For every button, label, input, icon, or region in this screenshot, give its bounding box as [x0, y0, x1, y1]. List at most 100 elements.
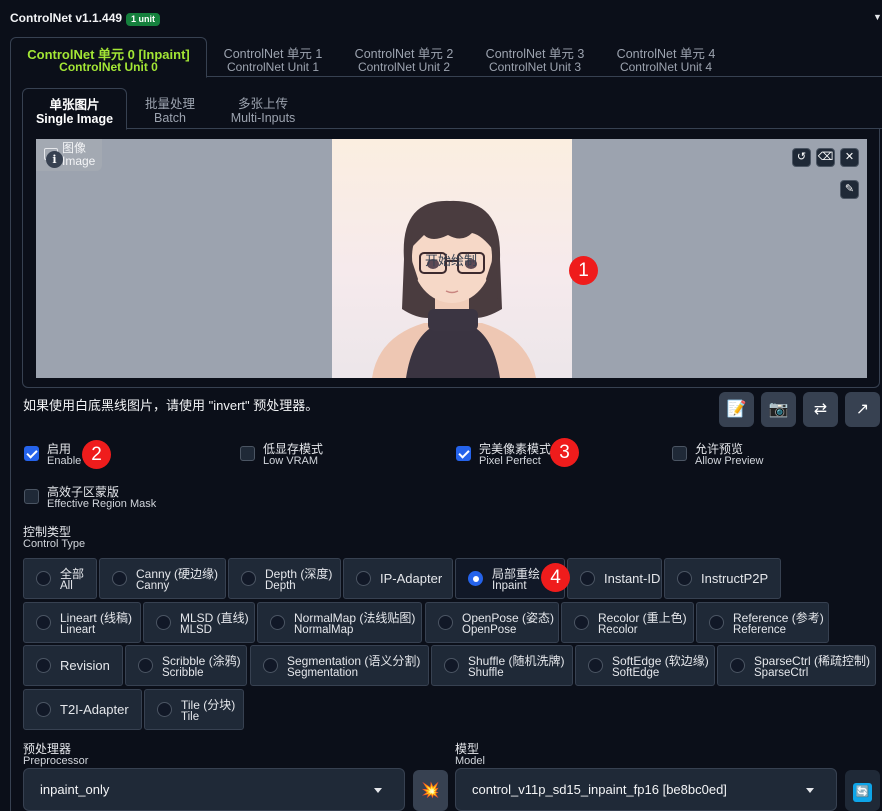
control-type-normalmap[interactable]: NormalMap (法线贴图) NormalMap [257, 602, 422, 643]
tab-unit-0[interactable]: ControlNet 单元 0 [Inpaint] ControlNet Uni… [10, 37, 207, 78]
radio-dot [36, 571, 51, 586]
radio-label: T2I-Adapter [60, 702, 129, 717]
control-type-revision[interactable]: Revision [23, 645, 123, 686]
tab-unit-0-sublabel: ControlNet Unit 0 [59, 60, 158, 74]
control-type-segmentation[interactable]: Segmentation (语义分割) Segmentation [250, 645, 429, 686]
tab-unit-1[interactable]: ControlNet 单元 1 ControlNet Unit 1 [208, 37, 338, 77]
radio-text: 局部重绘 Inpaint [492, 568, 540, 592]
radio-sublabel: OpenPose [462, 624, 517, 636]
control-type-all[interactable]: 全部 All [23, 558, 97, 599]
control-type-canny[interactable]: Canny (硬边缘) Canny [99, 558, 226, 599]
annotation-marker-1: 1 [569, 256, 598, 285]
low-vram-label-zh: 低显存模式 [263, 442, 324, 456]
pixel-perfect-label: 完美像素模式 Pixel Perfect [479, 443, 551, 467]
chevron-down-icon [374, 788, 382, 793]
radio-sublabel: Inpaint [492, 580, 527, 592]
tab-unit-2[interactable]: ControlNet 单元 2 ControlNet Unit 2 [339, 37, 469, 77]
control-type-shuffle[interactable]: Shuffle (随机洗牌) Shuffle [431, 645, 573, 686]
control-type-t2i-adapter[interactable]: T2I-Adapter [23, 689, 142, 730]
control-type-recolor[interactable]: Recolor (重上色) Recolor [561, 602, 694, 643]
unit-tabs: ControlNet 单元 0 [Inpaint] ControlNet Uni… [10, 37, 882, 78]
radio-label: NormalMap (法线贴图) [294, 611, 416, 625]
enable-label: 启用 Enable [47, 443, 81, 467]
radio-dot [709, 615, 724, 630]
radio-sublabel: Reference [733, 624, 787, 636]
control-type-depth[interactable]: Depth (深度) Depth [228, 558, 341, 599]
tab-batch[interactable]: 批量处理 Batch [128, 88, 212, 129]
control-type-instructp2p[interactable]: InstructP2P [664, 558, 781, 599]
annotation-marker-3: 3 [550, 438, 579, 467]
control-type-tile[interactable]: Tile (分块) Tile [144, 689, 244, 730]
radio-text: MLSD (直线) MLSD [180, 612, 249, 636]
effective-region-mask-checkbox[interactable] [24, 489, 39, 504]
run-preprocessor-icon[interactable]: 💥 [413, 770, 448, 811]
radio-dot [574, 615, 589, 630]
tab-multi-inputs[interactable]: 多张上传 Multi-Inputs [218, 88, 308, 129]
eraser-icon[interactable]: ⌫ [816, 148, 835, 167]
pixel-perfect-checkbox[interactable] [456, 446, 471, 461]
control-type-label-en: Control Type [23, 538, 86, 550]
enable-checkbox[interactable] [24, 446, 39, 461]
close-icon[interactable]: ✕ [840, 148, 859, 167]
radio-dot-selected [468, 571, 483, 586]
control-type-mlsd[interactable]: MLSD (直线) MLSD [143, 602, 255, 643]
model-select[interactable]: control_v11p_sd15_inpaint_fp16 [be8bc0ed… [455, 768, 837, 811]
camera-icon[interactable]: 📷 [761, 392, 796, 427]
control-type-radio-group: 全部 All Canny (硬边缘) Canny Depth (深度) Depth I… [23, 557, 881, 731]
refresh-models-icon[interactable]: 🔄 [845, 770, 880, 811]
radio-sublabel: Segmentation [287, 667, 358, 679]
radio-text: OpenPose (姿态) OpenPose [462, 612, 554, 636]
radio-label: MLSD (直线) [180, 611, 249, 625]
enable-label-zh: 启用 [47, 442, 72, 456]
tab-single-image[interactable]: 单张图片 Single Image [22, 88, 127, 130]
radio-dot [270, 615, 285, 630]
radio-text: NormalMap (法线贴图) NormalMap [294, 612, 415, 636]
preprocessor-select[interactable]: inpaint_only [23, 768, 405, 811]
send-dimensions-icon[interactable]: ↗ [845, 392, 880, 427]
control-type-label: 控制类型 Control Type [23, 526, 85, 550]
radio-text: Canny (硬边缘) Canny [136, 568, 218, 592]
model-value: control_v11p_sd15_inpaint_fp16 [be8bc0ed… [472, 782, 727, 797]
collapse-icon[interactable]: ▼ [873, 12, 882, 22]
low-vram-checkbox[interactable] [240, 446, 255, 461]
allow-preview-checkbox[interactable] [672, 446, 687, 461]
control-type-sparsectrl[interactable]: SparseCtrl (稀疏控制) SparseCtrl [717, 645, 876, 686]
radio-label: Lineart (线稿) [60, 611, 133, 625]
tab-single-image-label: 单张图片 [49, 98, 100, 112]
control-type-openpose[interactable]: OpenPose (姿态) OpenPose [425, 602, 559, 643]
annotation-marker-4: 4 [541, 563, 570, 592]
radio-text: Recolor (重上色) Recolor [598, 612, 687, 636]
tab-multi-inputs-label: 多张上传 [237, 97, 288, 111]
radio-text: 全部 All [60, 568, 84, 592]
tab-unit-3[interactable]: ControlNet 单元 3 ControlNet Unit 3 [470, 37, 600, 77]
tab-unit-1-sublabel: ControlNet Unit 1 [226, 60, 320, 74]
radio-label: 全部 [60, 567, 85, 581]
controlnet-panel-header[interactable]: ControlNet v1.1.449 1 unit ▼ [0, 0, 882, 34]
radio-label: Shuffle (随机洗牌) [468, 654, 565, 668]
control-type-instant-id[interactable]: Instant-ID [567, 558, 662, 599]
info-icon[interactable]: i [46, 151, 63, 168]
preprocessor-label-zh: 预处理器 [23, 742, 72, 756]
preprocessor-value: inpaint_only [40, 782, 110, 797]
radio-dot [580, 571, 595, 586]
tab-unit-4-sublabel: ControlNet Unit 4 [619, 60, 713, 74]
radio-sublabel: Depth [265, 580, 296, 592]
tab-unit-4[interactable]: ControlNet 单元 4 ControlNet Unit 4 [601, 37, 731, 77]
control-type-scribble[interactable]: Scribble (涂鸦) Scribble [125, 645, 247, 686]
allow-preview-label-zh: 允许预览 [695, 442, 744, 456]
control-type-reference[interactable]: Reference (参考) Reference [696, 602, 829, 643]
control-type-lineart[interactable]: Lineart (线稿) Lineart [23, 602, 141, 643]
radio-dot [138, 658, 153, 673]
swap-icon[interactable]: ⇄ [803, 392, 838, 427]
effective-region-mask-label: 高效子区蒙版 Effective Region Mask [47, 486, 156, 510]
radio-sublabel: Recolor [598, 624, 638, 636]
control-type-ip-adapter[interactable]: IP-Adapter [343, 558, 453, 599]
model-label-zh: 模型 [455, 742, 480, 756]
tab-multi-inputs-sublabel: Multi-Inputs [230, 111, 296, 125]
control-type-softedge[interactable]: SoftEdge (软边缘) SoftEdge [575, 645, 715, 686]
undo-icon[interactable]: ↺ [792, 148, 811, 167]
brush-icon[interactable]: ✎ [840, 180, 859, 199]
radio-sublabel: SoftEdge [612, 667, 660, 679]
radio-dot [36, 615, 51, 630]
edit-note-icon[interactable]: 📝 [719, 392, 754, 427]
